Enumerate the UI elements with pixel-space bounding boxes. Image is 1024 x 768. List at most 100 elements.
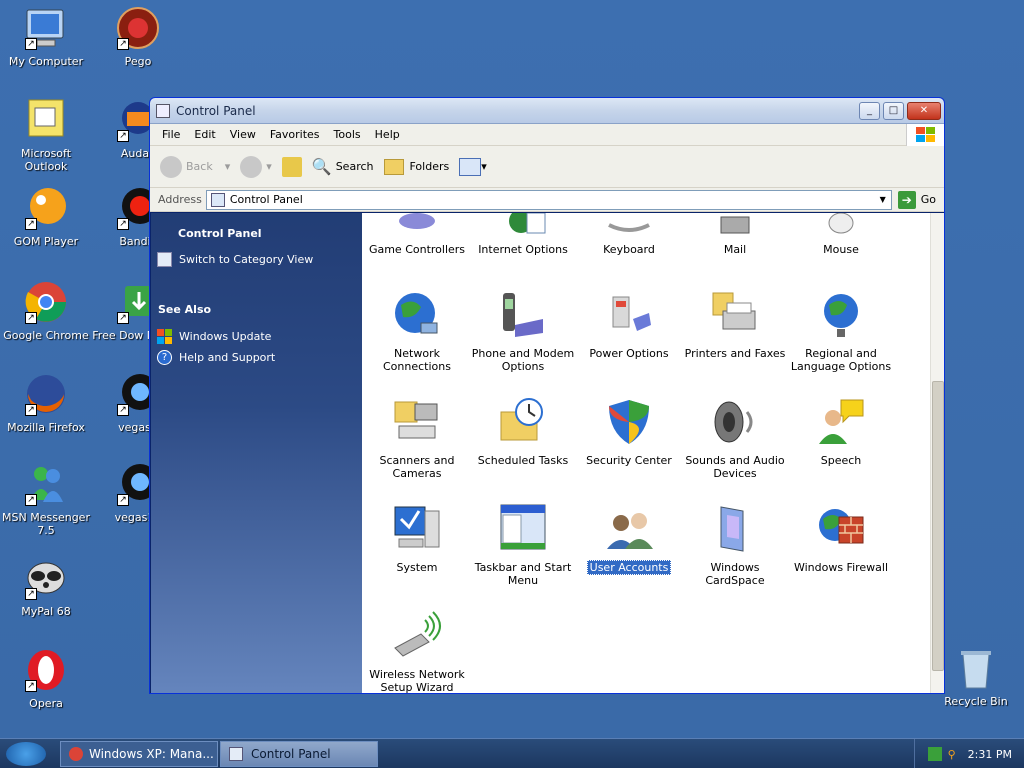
scheduled-tasks-item[interactable]: Scheduled Tasks bbox=[470, 396, 576, 467]
opera-shortcut[interactable]: ↗ Opera bbox=[0, 648, 92, 710]
network-connections-item[interactable]: Network Connections bbox=[364, 289, 470, 373]
gom-player-icon: ↗ bbox=[23, 186, 69, 232]
window-body: Control Panel Switch to Category View Se… bbox=[151, 213, 944, 693]
game-controllers-item[interactable]: Game Controllers bbox=[364, 213, 470, 256]
outlook-shortcut[interactable]: Microsoft Outlook bbox=[0, 98, 92, 173]
wireless-usb-icon bbox=[391, 610, 443, 662]
folder-up-icon bbox=[281, 156, 302, 177]
outlook-icon bbox=[23, 98, 69, 144]
menu-tools[interactable]: Tools bbox=[327, 128, 368, 141]
desktop-icon-label: MSN Messenger 7.5 bbox=[2, 511, 90, 537]
mail-item[interactable]: Mail bbox=[682, 213, 788, 256]
views-icon bbox=[459, 157, 482, 176]
menu-help[interactable]: Help bbox=[368, 128, 407, 141]
menu-favorites[interactable]: Favorites bbox=[263, 128, 327, 141]
title-bar[interactable]: Control Panel _ □ ✕ bbox=[150, 98, 944, 124]
address-input[interactable]: Control Panel ▼ bbox=[205, 189, 892, 210]
scrollbar-thumb[interactable] bbox=[932, 381, 944, 671]
internet-options-icon bbox=[497, 213, 549, 237]
help-icon: ? bbox=[157, 350, 172, 365]
menu-view[interactable]: View bbox=[223, 128, 263, 141]
search-button[interactable]: 🔍 Search bbox=[312, 157, 374, 176]
my-computer-shortcut[interactable]: ↗ My Computer bbox=[0, 6, 92, 68]
game-controller-icon bbox=[391, 213, 443, 237]
phone-and-modem-options-item[interactable]: Phone and Modem Options bbox=[470, 289, 576, 373]
power-options-item[interactable]: Power Options bbox=[576, 289, 682, 360]
close-button[interactable]: ✕ bbox=[907, 101, 941, 120]
desktop-icon-label: Microsoft Outlook bbox=[20, 147, 72, 173]
windows-update-link[interactable]: Windows Update bbox=[157, 329, 362, 344]
task-pane: Control Panel Switch to Category View Se… bbox=[151, 213, 362, 693]
taskbar-start-icon bbox=[497, 503, 549, 555]
address-bar: Address Control Panel ▼ ➔ Go bbox=[150, 188, 944, 212]
printer-icon bbox=[709, 289, 761, 341]
address-value: Control Panel bbox=[229, 193, 303, 206]
security-center-item[interactable]: Security Center bbox=[576, 396, 682, 467]
control-panel-window: Control Panel _ □ ✕ File Edit View Favor… bbox=[149, 97, 945, 694]
gom-player-shortcut[interactable]: ↗ GOM Player bbox=[0, 186, 92, 248]
keyboard-item[interactable]: Keyboard bbox=[576, 213, 682, 256]
taskbar: Windows XP: Mana... Control Panel ⚲ 2:31… bbox=[0, 738, 1024, 768]
user-accounts-icon bbox=[603, 503, 655, 555]
user-accounts-item[interactable]: User Accounts bbox=[576, 503, 682, 575]
taskbar-button-control-panel[interactable]: Control Panel bbox=[220, 741, 378, 767]
scheduled-tasks-icon bbox=[497, 396, 549, 448]
cardspace-icon bbox=[709, 503, 761, 555]
taskbar-and-start-menu-item[interactable]: Taskbar and Start Menu bbox=[470, 503, 576, 587]
recycle-bin-icon bbox=[953, 646, 999, 692]
computer-icon: ↗ bbox=[23, 6, 69, 52]
help-and-support-link[interactable]: ? Help and Support bbox=[157, 350, 362, 365]
windows-update-icon bbox=[157, 329, 172, 344]
switch-to-category-view-link[interactable]: Switch to Category View bbox=[157, 252, 362, 267]
clock[interactable]: 2:31 PM bbox=[968, 748, 1012, 761]
start-button[interactable] bbox=[6, 742, 46, 766]
mouse-icon bbox=[815, 213, 867, 237]
msn-messenger-shortcut[interactable]: ↗ MSN Messenger 7.5 bbox=[0, 462, 92, 537]
minimize-button[interactable]: _ bbox=[859, 101, 880, 120]
sounds-and-audio-devices-item[interactable]: Sounds and Audio Devices bbox=[682, 396, 788, 480]
forward-button[interactable]: ▾ bbox=[240, 155, 272, 178]
back-button[interactable]: Back ▾ bbox=[160, 155, 230, 178]
scanners-and-cameras-item[interactable]: Scanners and Cameras bbox=[364, 396, 470, 480]
control-panel-icon bbox=[156, 103, 170, 118]
network-tray-icon[interactable] bbox=[927, 747, 942, 761]
regional-and-language-options-item[interactable]: Regional and Language Options bbox=[788, 289, 894, 373]
category-view-icon bbox=[157, 252, 172, 267]
menu-edit[interactable]: Edit bbox=[187, 128, 222, 141]
control-panel-content: Game Controllers Internet Options Keyboa… bbox=[362, 213, 944, 693]
windows-cardspace-item[interactable]: Windows CardSpace bbox=[682, 503, 788, 587]
up-button[interactable] bbox=[281, 156, 302, 177]
mypal-shortcut[interactable]: ↗ MyPal 68 bbox=[0, 556, 92, 618]
system-tray: ⚲ 2:31 PM bbox=[914, 739, 1024, 768]
desktop-icon-label: GOM Player bbox=[13, 235, 79, 248]
address-dropdown-icon[interactable]: ▼ bbox=[875, 195, 891, 204]
taskbar-button-windows-xp[interactable]: Windows XP: Mana... bbox=[60, 741, 218, 767]
pego-icon: ↗ bbox=[115, 6, 161, 52]
windows-flag-icon bbox=[906, 124, 944, 146]
desktop-icon-label: Mozilla Firefox bbox=[7, 421, 85, 434]
google-chrome-shortcut[interactable]: ↗ Google Chrome bbox=[0, 280, 92, 342]
standard-toolbar: Back ▾ ▾ 🔍 Search Folders ▾ bbox=[150, 146, 944, 188]
network-globe-icon bbox=[391, 289, 443, 341]
folders-button[interactable]: Folders bbox=[383, 158, 449, 175]
system-computer-icon bbox=[391, 503, 443, 555]
wireless-network-setup-wizard-item[interactable]: Wireless Network Setup Wizard bbox=[364, 610, 470, 693]
address-label: Address bbox=[158, 193, 202, 206]
firefox-icon: ↗ bbox=[23, 372, 69, 418]
vertical-scrollbar[interactable] bbox=[930, 213, 944, 693]
pego-shortcut[interactable]: ↗ Pego bbox=[92, 6, 184, 68]
menu-file[interactable]: File bbox=[155, 128, 187, 141]
views-button[interactable]: ▾ bbox=[459, 157, 487, 176]
windows-firewall-item[interactable]: Windows Firewall bbox=[788, 503, 894, 574]
speech-item[interactable]: Speech bbox=[788, 396, 894, 467]
task-pane-title: Control Panel bbox=[178, 227, 262, 240]
internet-options-item[interactable]: Internet Options bbox=[470, 213, 576, 256]
printers-and-faxes-item[interactable]: Printers and Faxes bbox=[682, 289, 788, 360]
mozilla-firefox-shortcut[interactable]: ↗ Mozilla Firefox bbox=[0, 372, 92, 434]
globe-stand-icon bbox=[815, 289, 867, 341]
mouse-item[interactable]: Mouse bbox=[788, 213, 894, 256]
maximize-button[interactable]: □ bbox=[883, 101, 904, 120]
go-button[interactable]: ➔ Go bbox=[897, 190, 936, 209]
system-item[interactable]: System bbox=[364, 503, 470, 574]
search-tray-icon[interactable]: ⚲ bbox=[948, 748, 956, 761]
